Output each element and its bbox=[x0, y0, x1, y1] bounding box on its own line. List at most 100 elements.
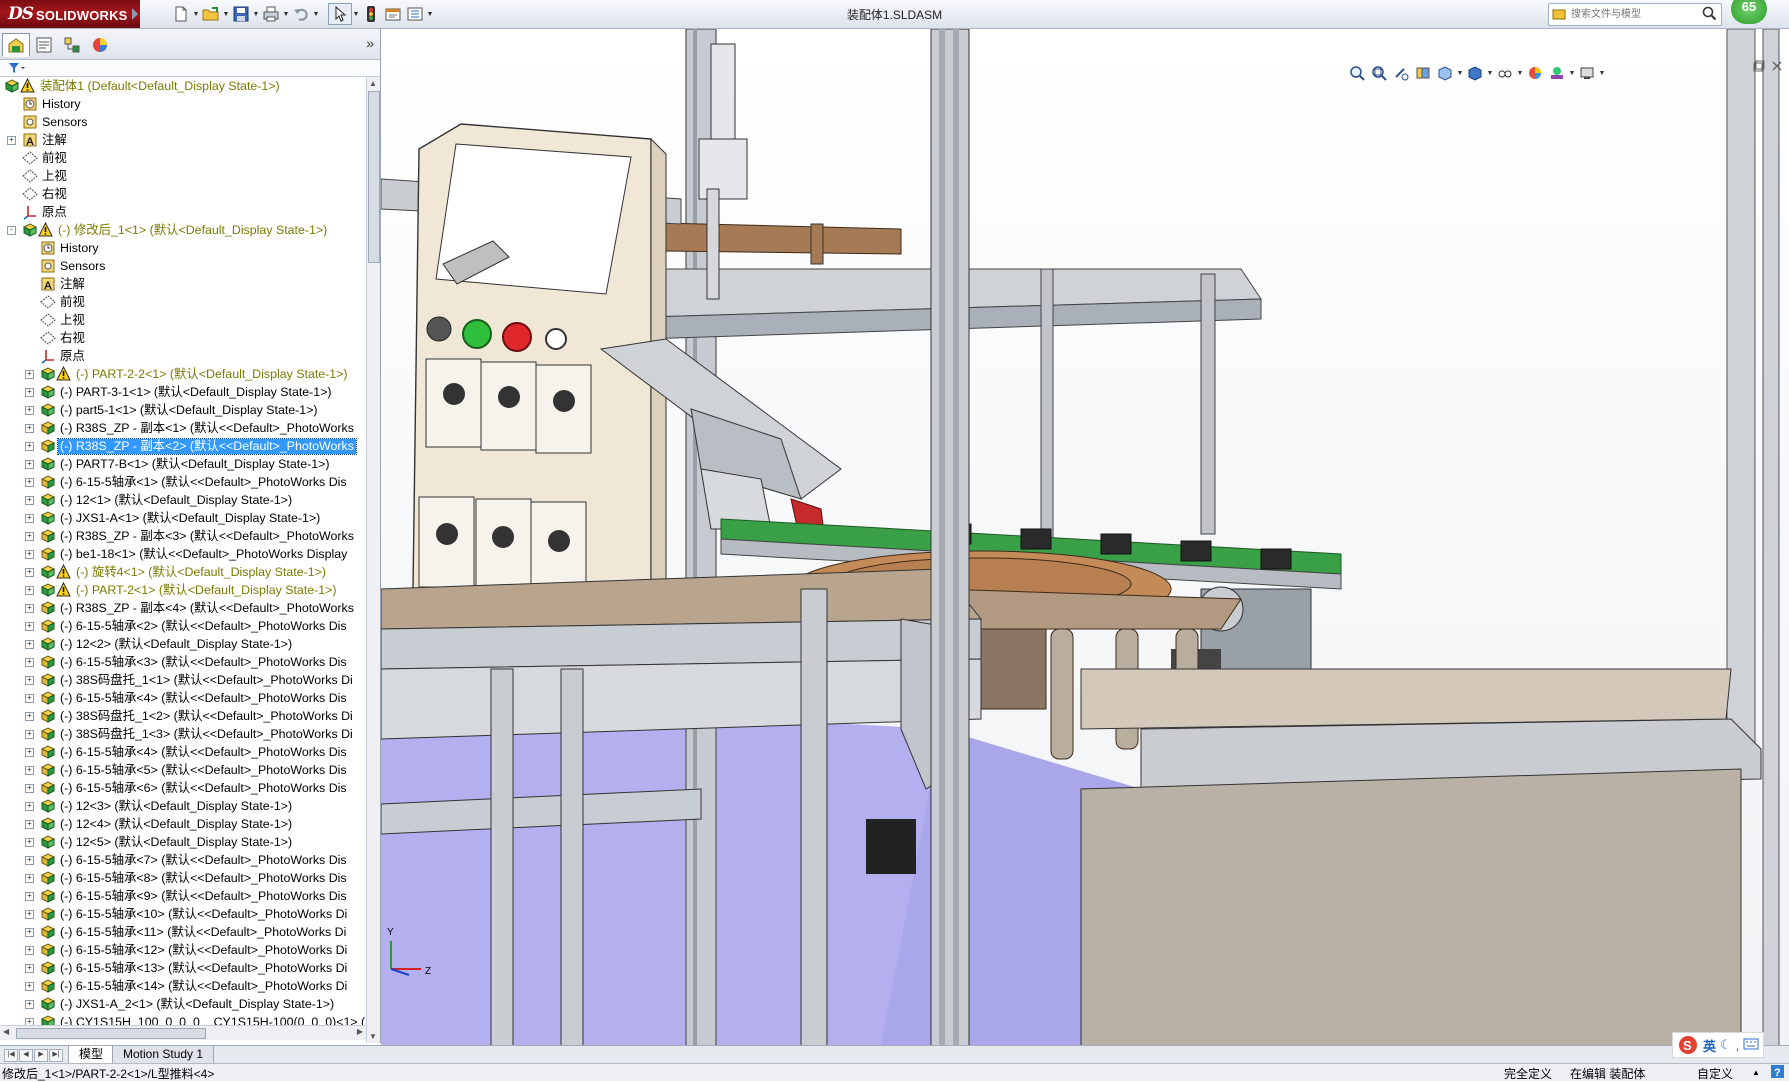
previous-view-icon[interactable] bbox=[1390, 62, 1412, 84]
expand-icon[interactable]: + bbox=[25, 604, 34, 613]
ime-language-label[interactable]: 英 bbox=[1703, 1036, 1716, 1055]
expand-icon[interactable]: + bbox=[25, 478, 34, 487]
status-units[interactable]: 自定义 bbox=[1697, 1065, 1733, 1082]
tree-item[interactable]: 原点 bbox=[0, 347, 366, 365]
expand-icon[interactable]: + bbox=[25, 694, 34, 703]
tree-item[interactable]: + (-) R38S_ZP - 副本<2> (默认<<Default>_Photo… bbox=[0, 437, 366, 455]
chevron-down-icon[interactable]: ▼ bbox=[312, 4, 320, 24]
expand-icon[interactable]: + bbox=[25, 514, 34, 523]
edit-appearance-icon[interactable] bbox=[1524, 62, 1546, 84]
expand-icon[interactable]: + bbox=[25, 496, 34, 505]
tree-item[interactable]: + (-) 6-15-5轴承<9> (默认<<Default>_PhotoWork… bbox=[0, 887, 366, 905]
tree-item[interactable]: + (-) 12<3> (默认<Default_Display State-1>) bbox=[0, 797, 366, 815]
expand-icon[interactable]: + bbox=[25, 766, 34, 775]
tree-root-assembly[interactable]: 装配体1 (Default<Default_Display State-1>) bbox=[0, 77, 366, 95]
tree-item[interactable]: + (-) 6-15-5轴承<13> (默认<<Default>_PhotoWor… bbox=[0, 959, 366, 977]
expand-icon[interactable]: + bbox=[25, 442, 34, 451]
expand-icon[interactable]: + bbox=[25, 784, 34, 793]
tree-item[interactable]: 前视 bbox=[0, 149, 366, 167]
tree-item[interactable]: Sensors bbox=[0, 257, 366, 275]
expand-icon[interactable]: + bbox=[25, 460, 34, 469]
search-input[interactable] bbox=[1569, 5, 1699, 24]
tree-item[interactable]: History bbox=[0, 95, 366, 113]
tree-item[interactable]: 右视 bbox=[0, 185, 366, 203]
expand-icon[interactable]: + bbox=[25, 550, 34, 559]
apply-scene-icon[interactable] bbox=[1546, 62, 1568, 84]
tree-item[interactable]: 原点 bbox=[0, 203, 366, 221]
expand-icon[interactable]: + bbox=[25, 370, 34, 379]
scrollbar-thumb[interactable] bbox=[16, 1028, 206, 1039]
help-icon[interactable]: ? bbox=[1770, 1064, 1785, 1082]
tree-item[interactable]: + (-) 6-15-5轴承<2> (默认<<Default>_PhotoWork… bbox=[0, 617, 366, 635]
chevron-down-icon[interactable]: ▼ bbox=[1568, 70, 1576, 77]
tree-item[interactable]: + (-) JXS1-A_2<1> (默认<Default_Display Sta… bbox=[0, 995, 366, 1013]
tree-item[interactable]: + (-) 6-15-5轴承<4> (默认<<Default>_PhotoWork… bbox=[0, 689, 366, 707]
expand-icon[interactable]: + bbox=[25, 640, 34, 649]
tree-item[interactable]: + (-) 6-15-5轴承<5> (默认<<Default>_PhotoWork… bbox=[0, 761, 366, 779]
tree-item[interactable]: + A 注解 bbox=[0, 131, 366, 149]
collapse-icon[interactable]: - bbox=[7, 226, 16, 235]
moon-icon[interactable]: ☾ bbox=[1720, 1037, 1732, 1053]
expand-icon[interactable]: + bbox=[25, 388, 34, 397]
tree-item[interactable]: 前视 bbox=[0, 293, 366, 311]
first-tab-arrow-icon[interactable]: |◀ bbox=[4, 1049, 18, 1062]
search-box[interactable] bbox=[1548, 3, 1722, 26]
panel-expand-icon[interactable]: » bbox=[366, 35, 374, 51]
expand-icon[interactable]: + bbox=[25, 658, 34, 667]
open-folder-icon[interactable] bbox=[200, 4, 222, 24]
tree-horizontal-scrollbar[interactable]: ◀ ▶ bbox=[0, 1025, 366, 1040]
scrollbar-thumb[interactable] bbox=[368, 91, 380, 263]
undo-icon[interactable] bbox=[290, 4, 312, 24]
chevron-down-icon[interactable]: ▼ bbox=[282, 4, 290, 24]
tree-item[interactable]: + (-) JXS1-A<1> (默认<Default_Display State… bbox=[0, 509, 366, 527]
expand-icon[interactable]: + bbox=[25, 424, 34, 433]
tree-item[interactable]: 右视 bbox=[0, 329, 366, 347]
expand-icon[interactable]: + bbox=[25, 730, 34, 739]
tree-item[interactable]: + (-) 6-15-5轴承<11> (默认<<Default>_PhotoWor… bbox=[0, 923, 366, 941]
expand-icon[interactable]: + bbox=[25, 982, 34, 991]
prev-tab-arrow-icon[interactable]: ◀ bbox=[19, 1049, 33, 1062]
tree-item[interactable]: + (-) 12<4> (默认<Default_Display State-1>) bbox=[0, 815, 366, 833]
punctuation-icon[interactable]: , bbox=[1736, 1038, 1740, 1053]
chevron-down-icon[interactable]: ▼ bbox=[1516, 70, 1524, 77]
tree-item[interactable]: + (-) R38S_ZP - 副本<1> (默认<<Default>_Photo… bbox=[0, 419, 366, 437]
tree-item[interactable]: - (-) 修改后_1<1> (默认<Default_Display State-… bbox=[0, 221, 366, 239]
rebuild-traffic-light-icon[interactable] bbox=[360, 4, 382, 24]
hide-show-items-icon[interactable] bbox=[1494, 62, 1516, 84]
expand-icon[interactable]: + bbox=[25, 820, 34, 829]
solidworks-logo[interactable]: DS SOLIDWORKS bbox=[0, 0, 140, 28]
chevron-down-icon[interactable]: ▼ bbox=[252, 4, 260, 24]
tree-item[interactable]: + (-) 12<2> (默认<Default_Display State-1>) bbox=[0, 635, 366, 653]
expand-icon[interactable]: + bbox=[7, 136, 16, 145]
tab-motion-study[interactable]: Motion Study 1 bbox=[112, 1046, 215, 1064]
status-units-chevron-icon[interactable]: ▲ bbox=[1752, 1068, 1760, 1077]
chevron-down-icon[interactable]: ▼ bbox=[426, 4, 434, 24]
tree-item[interactable]: + (-) part5-1<1> (默认<Default_Display Stat… bbox=[0, 401, 366, 419]
view-settings-icon[interactable] bbox=[1576, 62, 1598, 84]
expand-icon[interactable]: + bbox=[25, 838, 34, 847]
tree-item[interactable]: + (-) 6-15-5轴承<1> (默认<<Default>_PhotoWork… bbox=[0, 473, 366, 491]
tree-item[interactable]: + (-) be1-18<1> (默认<<Default>_PhotoWorks … bbox=[0, 545, 366, 563]
tree-item[interactable]: + (-) PART7-B<1> (默认<Default_Display Stat… bbox=[0, 455, 366, 473]
options-icon[interactable] bbox=[404, 4, 426, 24]
tree-item[interactable]: + (-) 6-15-5轴承<12> (默认<<Default>_PhotoWor… bbox=[0, 941, 366, 959]
expand-icon[interactable]: + bbox=[25, 1000, 34, 1009]
tree-item[interactable]: + (-) 6-15-5轴承<10> (默认<<Default>_PhotoWor… bbox=[0, 905, 366, 923]
tree-item[interactable]: + (-) CY1S15H_100_0_0_0__CY1S15H-100(0_0_… bbox=[0, 1013, 366, 1025]
tree-item[interactable]: + (-) 12<5> (默认<Default_Display State-1>) bbox=[0, 833, 366, 851]
expand-icon[interactable]: + bbox=[25, 964, 34, 973]
tree-item[interactable]: + (-) PART-3-1<1> (默认<Default_Display Sta… bbox=[0, 383, 366, 401]
property-manager-tab-icon[interactable] bbox=[30, 33, 58, 57]
expand-icon[interactable]: + bbox=[25, 712, 34, 721]
next-tab-arrow-icon[interactable]: ▶ bbox=[34, 1049, 48, 1062]
expand-icon[interactable]: + bbox=[25, 586, 34, 595]
restore-window-icon[interactable] bbox=[1753, 60, 1765, 75]
select-arrow-icon[interactable] bbox=[328, 3, 352, 25]
menu-expand-arrow-icon[interactable] bbox=[132, 8, 138, 20]
expand-icon[interactable]: + bbox=[25, 802, 34, 811]
scroll-down-icon[interactable]: ▼ bbox=[369, 1032, 377, 1041]
chevron-down-icon[interactable]: ▼ bbox=[192, 4, 200, 24]
tree-vertical-scrollbar[interactable]: ▲ ▼ bbox=[366, 77, 380, 1043]
expand-icon[interactable]: + bbox=[25, 892, 34, 901]
expand-icon[interactable]: + bbox=[25, 532, 34, 541]
